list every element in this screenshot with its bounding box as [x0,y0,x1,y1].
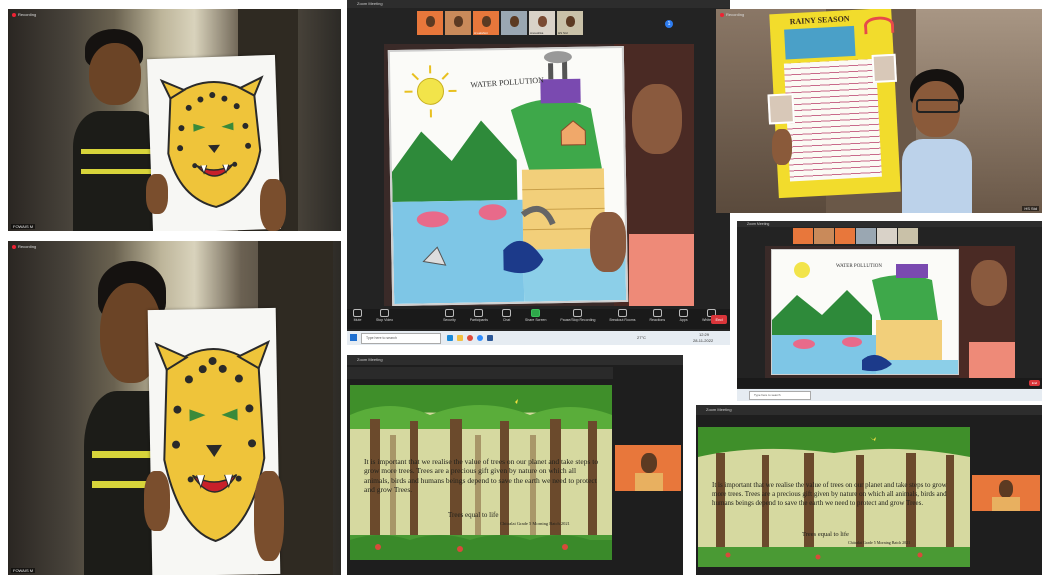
slide-footer: Trees equal to life [448,511,499,519]
clock-date: 28-11-2022 [693,338,714,343]
pink-dress [629,234,694,306]
window-title: Zoom Meeting [347,0,730,8]
recording-indicator: Recording [720,12,744,17]
clock-time: 12:29 [699,332,710,337]
zoom-icon[interactable] [477,335,483,341]
slide-footer: Trees equal to life [802,531,849,538]
participant-thumbnail[interactable]: Anoushka [529,11,555,35]
main-video: WATER POLLUTION [765,246,1015,378]
photo-sticker [767,93,795,125]
zoom-window-slide-right: Zoom Meeting It is important that we rea… [696,405,1042,575]
self-view-camera [972,475,1040,511]
rainbow-sticker [863,15,895,35]
participant-name: HS Std [1022,206,1039,211]
hand [260,179,286,231]
window-title: Zoom Meeting [347,355,683,365]
windows-start-icon[interactable] [350,334,357,341]
record-icon[interactable]: Pause/Stop Recording [560,309,595,322]
end-meeting-button[interactable]: End [1029,380,1040,386]
rainy-season-poster: RAINY SEASON [767,9,901,199]
windows-taskbar: Type here to search [737,389,1042,401]
video-tile-poster: RAINY SEASON Recording HS Std [716,9,1042,213]
poster-text-area [783,58,882,182]
student-boy [902,69,972,213]
main-video: WATER POLLUTION [384,44,694,306]
slide-credit: Chitralai Grade 5 Morning Batch 2021 [500,521,570,526]
next-page-badge[interactable]: 1 [665,20,673,28]
share-screen-icon[interactable]: Share Screen [525,309,546,322]
slide-body-text: It is important that we realise the valu… [712,481,947,507]
self-view-camera [615,445,681,491]
participant-thumbnails [793,228,918,244]
window-title: Zoom Meeting [737,221,1042,227]
rooms-icon[interactable]: Breakout Rooms [609,309,636,322]
zoom-window-small: Zoom Meeting WATER POLLUTION End Type he… [737,221,1042,401]
hand [590,212,626,272]
participant-thumbnail[interactable] [501,11,527,35]
taskbar-search[interactable]: Type here to search [361,333,441,344]
hand [772,129,792,165]
participant-name: FOWAIS M [11,224,36,229]
poster-picture [784,25,856,60]
participant-thumbnail[interactable]: HS Std [557,11,583,35]
video-camera-icon[interactable]: Stop Video [376,309,393,322]
participant-thumbnail[interactable] [835,228,855,244]
water-pollution-drawing: WATER POLLUTION [387,45,629,306]
slide-credit: Chitralai Grade 5 Morning Batch 2021 [848,540,911,545]
meeting-controls [737,378,1042,388]
participant-name: FOWAIS M [11,568,36,573]
participant-thumbnail[interactable] [856,228,876,244]
slide-body-text: It is important that we realise the valu… [364,457,599,495]
microphone-icon[interactable]: Mute [353,309,362,322]
end-meeting-button[interactable]: End [711,315,727,324]
photo-sticker [871,53,897,83]
recording-indicator: Recording [12,12,36,17]
zoom-window-main: Zoom Meeting A Lakshmi Anoushka HS Std 1 [347,0,730,345]
recording-indicator: Recording [12,244,36,249]
word-icon[interactable] [487,335,493,341]
water-pollution-drawing: WATER POLLUTION [771,249,959,375]
forest-slide: It is important that we realise the valu… [698,427,970,567]
participant-thumbnail[interactable] [877,228,897,244]
hand [144,471,170,531]
tray-temperature: 27°C [637,335,646,340]
meeting-controls: Mute Stop Video Security Participants Ch… [347,309,730,329]
participant-thumbnail[interactable] [898,228,918,244]
taskbar-search[interactable]: Type here to search [749,391,811,400]
participant-thumbnail[interactable]: A Lakshmi [473,11,499,35]
slide-toolbar [347,367,613,379]
chrome-icon[interactable] [467,335,473,341]
apps-icon[interactable]: Apps [679,309,689,322]
participant-thumbnail[interactable] [814,228,834,244]
zoom-window-slide-left: Zoom Meeting It is important that we rea… [347,355,683,575]
participant-thumbnail[interactable] [793,228,813,244]
poster-title: RAINY SEASON [789,14,850,27]
people-icon[interactable]: Participants [470,309,488,322]
smile-icon[interactable]: Reactions [650,309,665,322]
participant-thumbnail[interactable] [417,11,443,35]
chat-icon[interactable]: Chat [502,309,512,322]
girl-face [632,84,682,154]
forest-slide: It is important that we realise the valu… [350,385,612,560]
drawing-title: WATER POLLUTION [836,264,882,269]
edge-icon[interactable] [447,335,453,341]
video-tile-cheetah-top: Recording FOWAIS M [8,9,341,231]
folder-icon[interactable] [457,335,463,341]
pink-dress [969,342,1015,378]
hand [146,174,168,214]
participant-thumbnail[interactable] [445,11,471,35]
girl-face [971,260,1007,306]
hand [254,471,284,561]
shield-icon[interactable]: Security [443,309,456,322]
windows-taskbar: Type here to search 27°C 12:29 28-11-202… [347,331,730,345]
video-tile-cheetah-bottom: Recording FOWAIS M [8,241,341,575]
window-title: Zoom Meeting [696,405,1042,415]
participant-thumbnails: A Lakshmi Anoushka HS Std [417,11,583,35]
